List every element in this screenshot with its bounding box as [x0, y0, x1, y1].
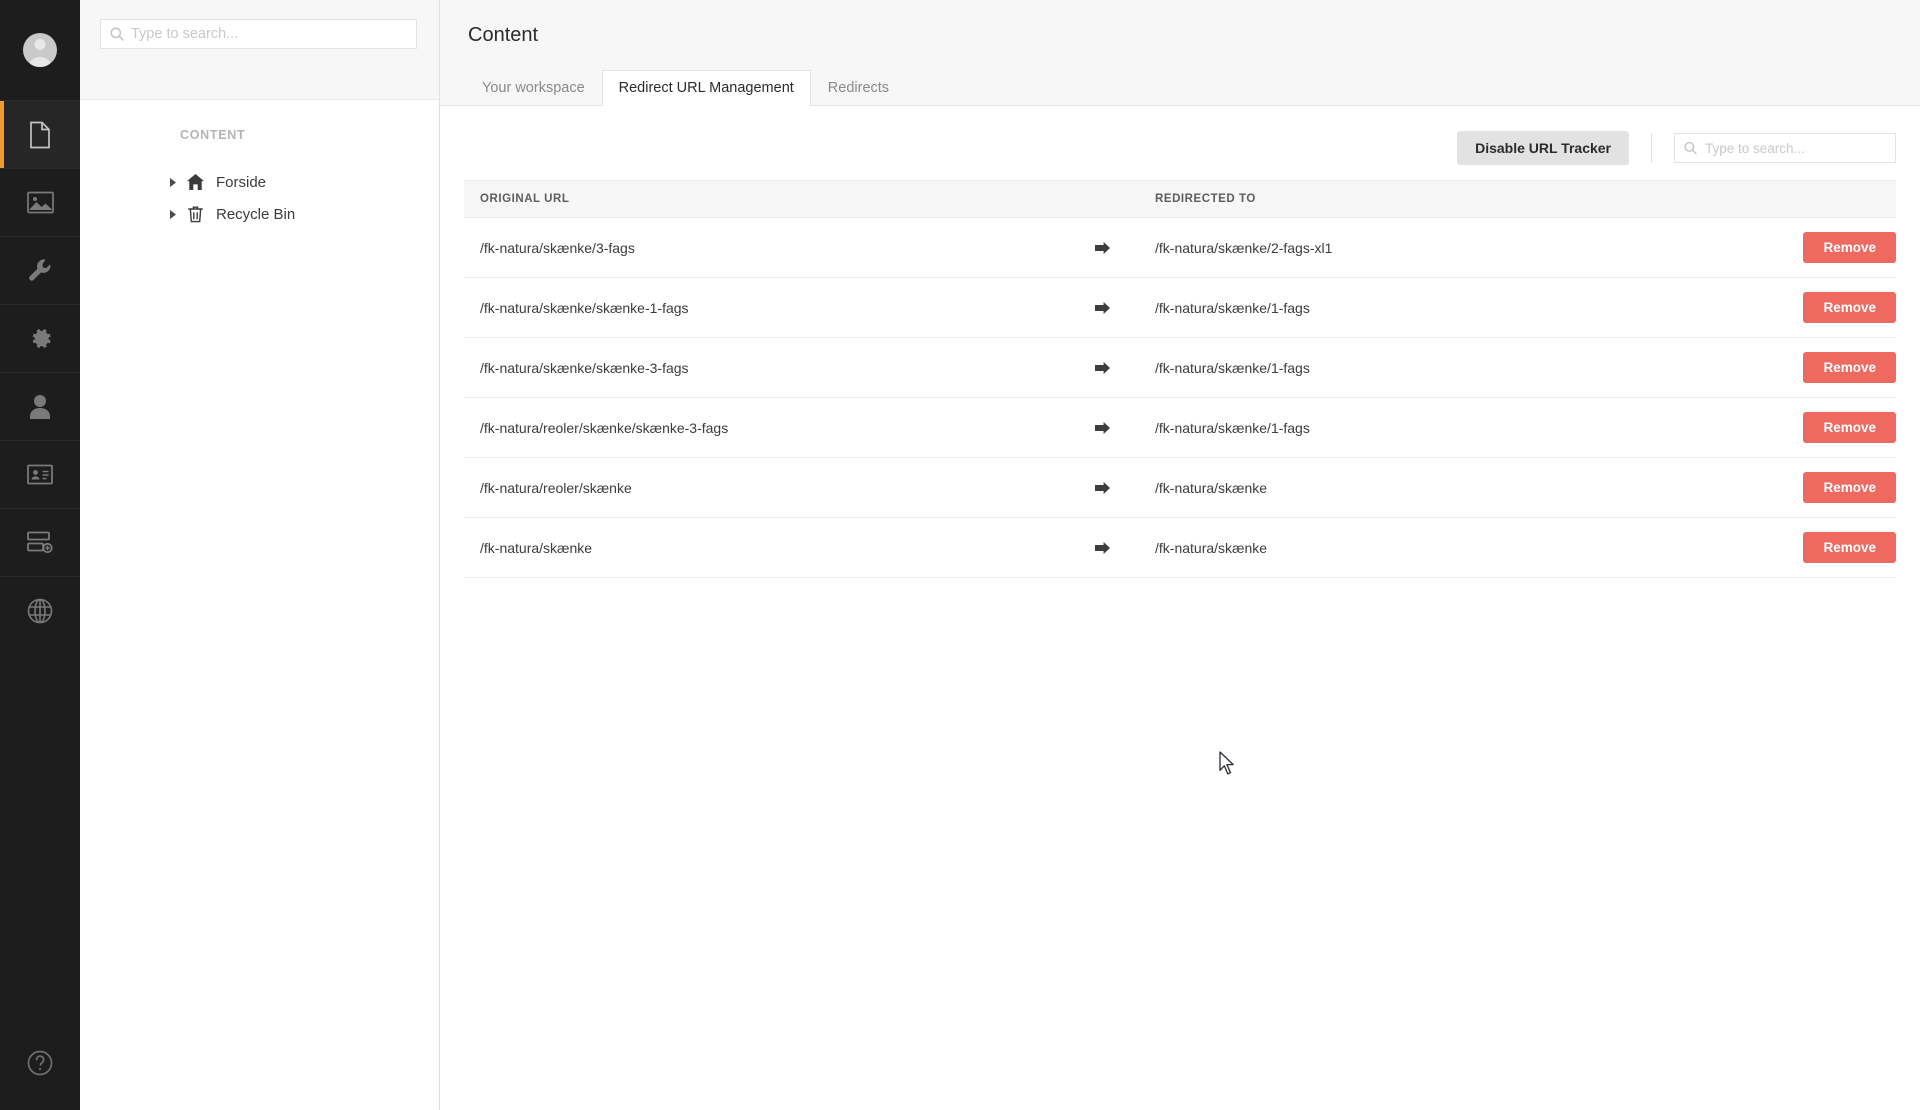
table-row: /fk-natura/skænke/skænke-1-fags /fk-natu… — [464, 277, 1896, 338]
tab-redirects[interactable]: Redirects — [811, 70, 906, 106]
tree-node-recycle-bin[interactable]: Recycle Bin — [80, 198, 439, 230]
help-question-icon — [27, 1050, 53, 1081]
column-header-actions — [1706, 180, 1896, 218]
arrow-right-icon — [1079, 457, 1139, 518]
column-header-original-url: ORIGINAL URL — [464, 180, 1079, 218]
forms-stack-icon — [27, 531, 53, 554]
cell-actions: Remove — [1706, 457, 1896, 518]
cell-actions: Remove — [1706, 337, 1896, 398]
rail-section-list — [0, 100, 80, 1020]
avatar-image — [23, 33, 57, 67]
app-rail — [0, 0, 80, 1110]
redirects-table-wrap: ORIGINAL URL REDIRECTED TO /fk-natura/sk… — [440, 168, 1920, 578]
main-header: Content Your workspace Redirect URL Mana… — [440, 0, 1920, 106]
redirect-toolbar: Disable URL Tracker — [440, 106, 1920, 168]
table-body: /fk-natura/skænke/3-fags /fk-natura/skæn… — [464, 217, 1896, 578]
redirect-search-box[interactable] — [1674, 133, 1896, 163]
redirects-table: ORIGINAL URL REDIRECTED TO /fk-natura/sk… — [464, 180, 1896, 578]
home-icon — [182, 174, 208, 190]
cell-redirected-to: /fk-natura/skænke/1-fags — [1139, 337, 1706, 398]
translation-globe-icon — [27, 598, 53, 624]
table-row: /fk-natura/skænke/3-fags /fk-natura/skæn… — [464, 217, 1896, 278]
cell-original-url: /fk-natura/skænke/3-fags — [464, 217, 1079, 278]
cell-redirected-to: /fk-natura/skænke/1-fags — [1139, 397, 1706, 458]
column-header-arrow — [1079, 180, 1139, 218]
table-row: /fk-natura/reoler/skænke/skænke-3-fags /… — [464, 397, 1896, 458]
settings-wrench-icon — [28, 258, 53, 283]
disable-url-tracker-button[interactable]: Disable URL Tracker — [1457, 131, 1629, 165]
column-header-redirected-to: REDIRECTED TO — [1139, 180, 1706, 218]
remove-button[interactable]: Remove — [1803, 292, 1896, 323]
tab-redirect-url-management[interactable]: Redirect URL Management — [601, 70, 811, 106]
tree-body: CONTENT Forside Recycle Bin — [80, 100, 439, 230]
table-row: /fk-natura/skænke/skænke-3-fags /fk-natu… — [464, 337, 1896, 398]
sidebar-item-developer[interactable] — [0, 304, 80, 372]
remove-button[interactable]: Remove — [1803, 472, 1896, 503]
cell-original-url: /fk-natura/skænke/skænke-1-fags — [464, 277, 1079, 338]
redirect-url-management-panel: Disable URL Tracker ORIGINAL URL — [440, 106, 1920, 1110]
cell-actions: Remove — [1706, 517, 1896, 578]
cell-original-url: /fk-natura/skænke — [464, 517, 1079, 578]
toolbar-divider — [1651, 133, 1652, 163]
members-card-icon — [27, 464, 53, 485]
trash-icon — [182, 206, 208, 223]
tab-your-workspace[interactable]: Your workspace — [465, 70, 602, 106]
chevron-right-icon[interactable] — [164, 177, 182, 187]
cell-original-url: /fk-natura/skænke/skænke-3-fags — [464, 337, 1079, 398]
content-tree-panel: CONTENT Forside — [80, 0, 440, 1110]
remove-button[interactable]: Remove — [1803, 412, 1896, 443]
cell-actions: Remove — [1706, 217, 1896, 278]
table-row: /fk-natura/reoler/skænke /fk-natura/skæn… — [464, 457, 1896, 518]
sidebar-item-translation[interactable] — [0, 576, 80, 644]
remove-button[interactable]: Remove — [1803, 352, 1896, 383]
arrow-right-icon — [1079, 217, 1139, 278]
remove-button[interactable]: Remove — [1803, 232, 1896, 263]
cell-original-url: /fk-natura/reoler/skænke/skænke-3-fags — [464, 397, 1079, 458]
table-row: /fk-natura/skænke /fk-natura/skænke Remo… — [464, 517, 1896, 578]
cell-actions: Remove — [1706, 397, 1896, 458]
users-person-icon — [29, 394, 51, 419]
tab-bar: Your workspace Redirect URL Management R… — [440, 69, 1920, 106]
sidebar-item-content[interactable] — [0, 100, 80, 168]
search-icon — [1684, 141, 1697, 155]
tree-section-heading: CONTENT — [180, 128, 246, 142]
table-header-row: ORIGINAL URL REDIRECTED TO — [464, 180, 1896, 218]
remove-button[interactable]: Remove — [1803, 532, 1896, 563]
main-region: Content Your workspace Redirect URL Mana… — [440, 0, 1920, 1110]
arrow-right-icon — [1079, 337, 1139, 398]
tree-node-label: Recycle Bin — [216, 205, 296, 223]
sidebar-item-forms[interactable] — [0, 508, 80, 576]
table-head: ORIGINAL URL REDIRECTED TO — [464, 180, 1896, 218]
help-button[interactable] — [0, 1020, 80, 1110]
tree-search-input[interactable] — [101, 20, 416, 48]
cell-redirected-to: /fk-natura/skænke — [1139, 517, 1706, 578]
search-icon — [110, 27, 124, 41]
tree-node-forside[interactable]: Forside — [80, 166, 439, 198]
arrow-right-icon — [1079, 517, 1139, 578]
sidebar-item-settings[interactable] — [0, 236, 80, 304]
content-document-icon — [28, 121, 52, 149]
cell-redirected-to: /fk-natura/skænke — [1139, 457, 1706, 518]
arrow-right-icon — [1079, 277, 1139, 338]
sidebar-item-members[interactable] — [0, 440, 80, 508]
page-title: Content — [468, 24, 539, 46]
developer-gear-icon — [28, 326, 53, 351]
tree-node-label: Forside — [216, 173, 267, 191]
tree-search-region — [80, 0, 439, 100]
sidebar-item-users[interactable] — [0, 372, 80, 440]
cell-original-url: /fk-natura/reoler/skænke — [464, 457, 1079, 518]
tree-search-box[interactable] — [100, 19, 417, 49]
cell-actions: Remove — [1706, 277, 1896, 338]
redirect-search-input[interactable] — [1675, 134, 1895, 162]
cell-redirected-to: /fk-natura/skænke/2-fags-xl1 — [1139, 217, 1706, 278]
media-image-icon — [26, 191, 54, 214]
chevron-right-icon[interactable] — [164, 209, 182, 219]
user-avatar[interactable] — [0, 0, 80, 100]
arrow-right-icon — [1079, 397, 1139, 458]
sidebar-item-media[interactable] — [0, 168, 80, 236]
cell-redirected-to: /fk-natura/skænke/1-fags — [1139, 277, 1706, 338]
